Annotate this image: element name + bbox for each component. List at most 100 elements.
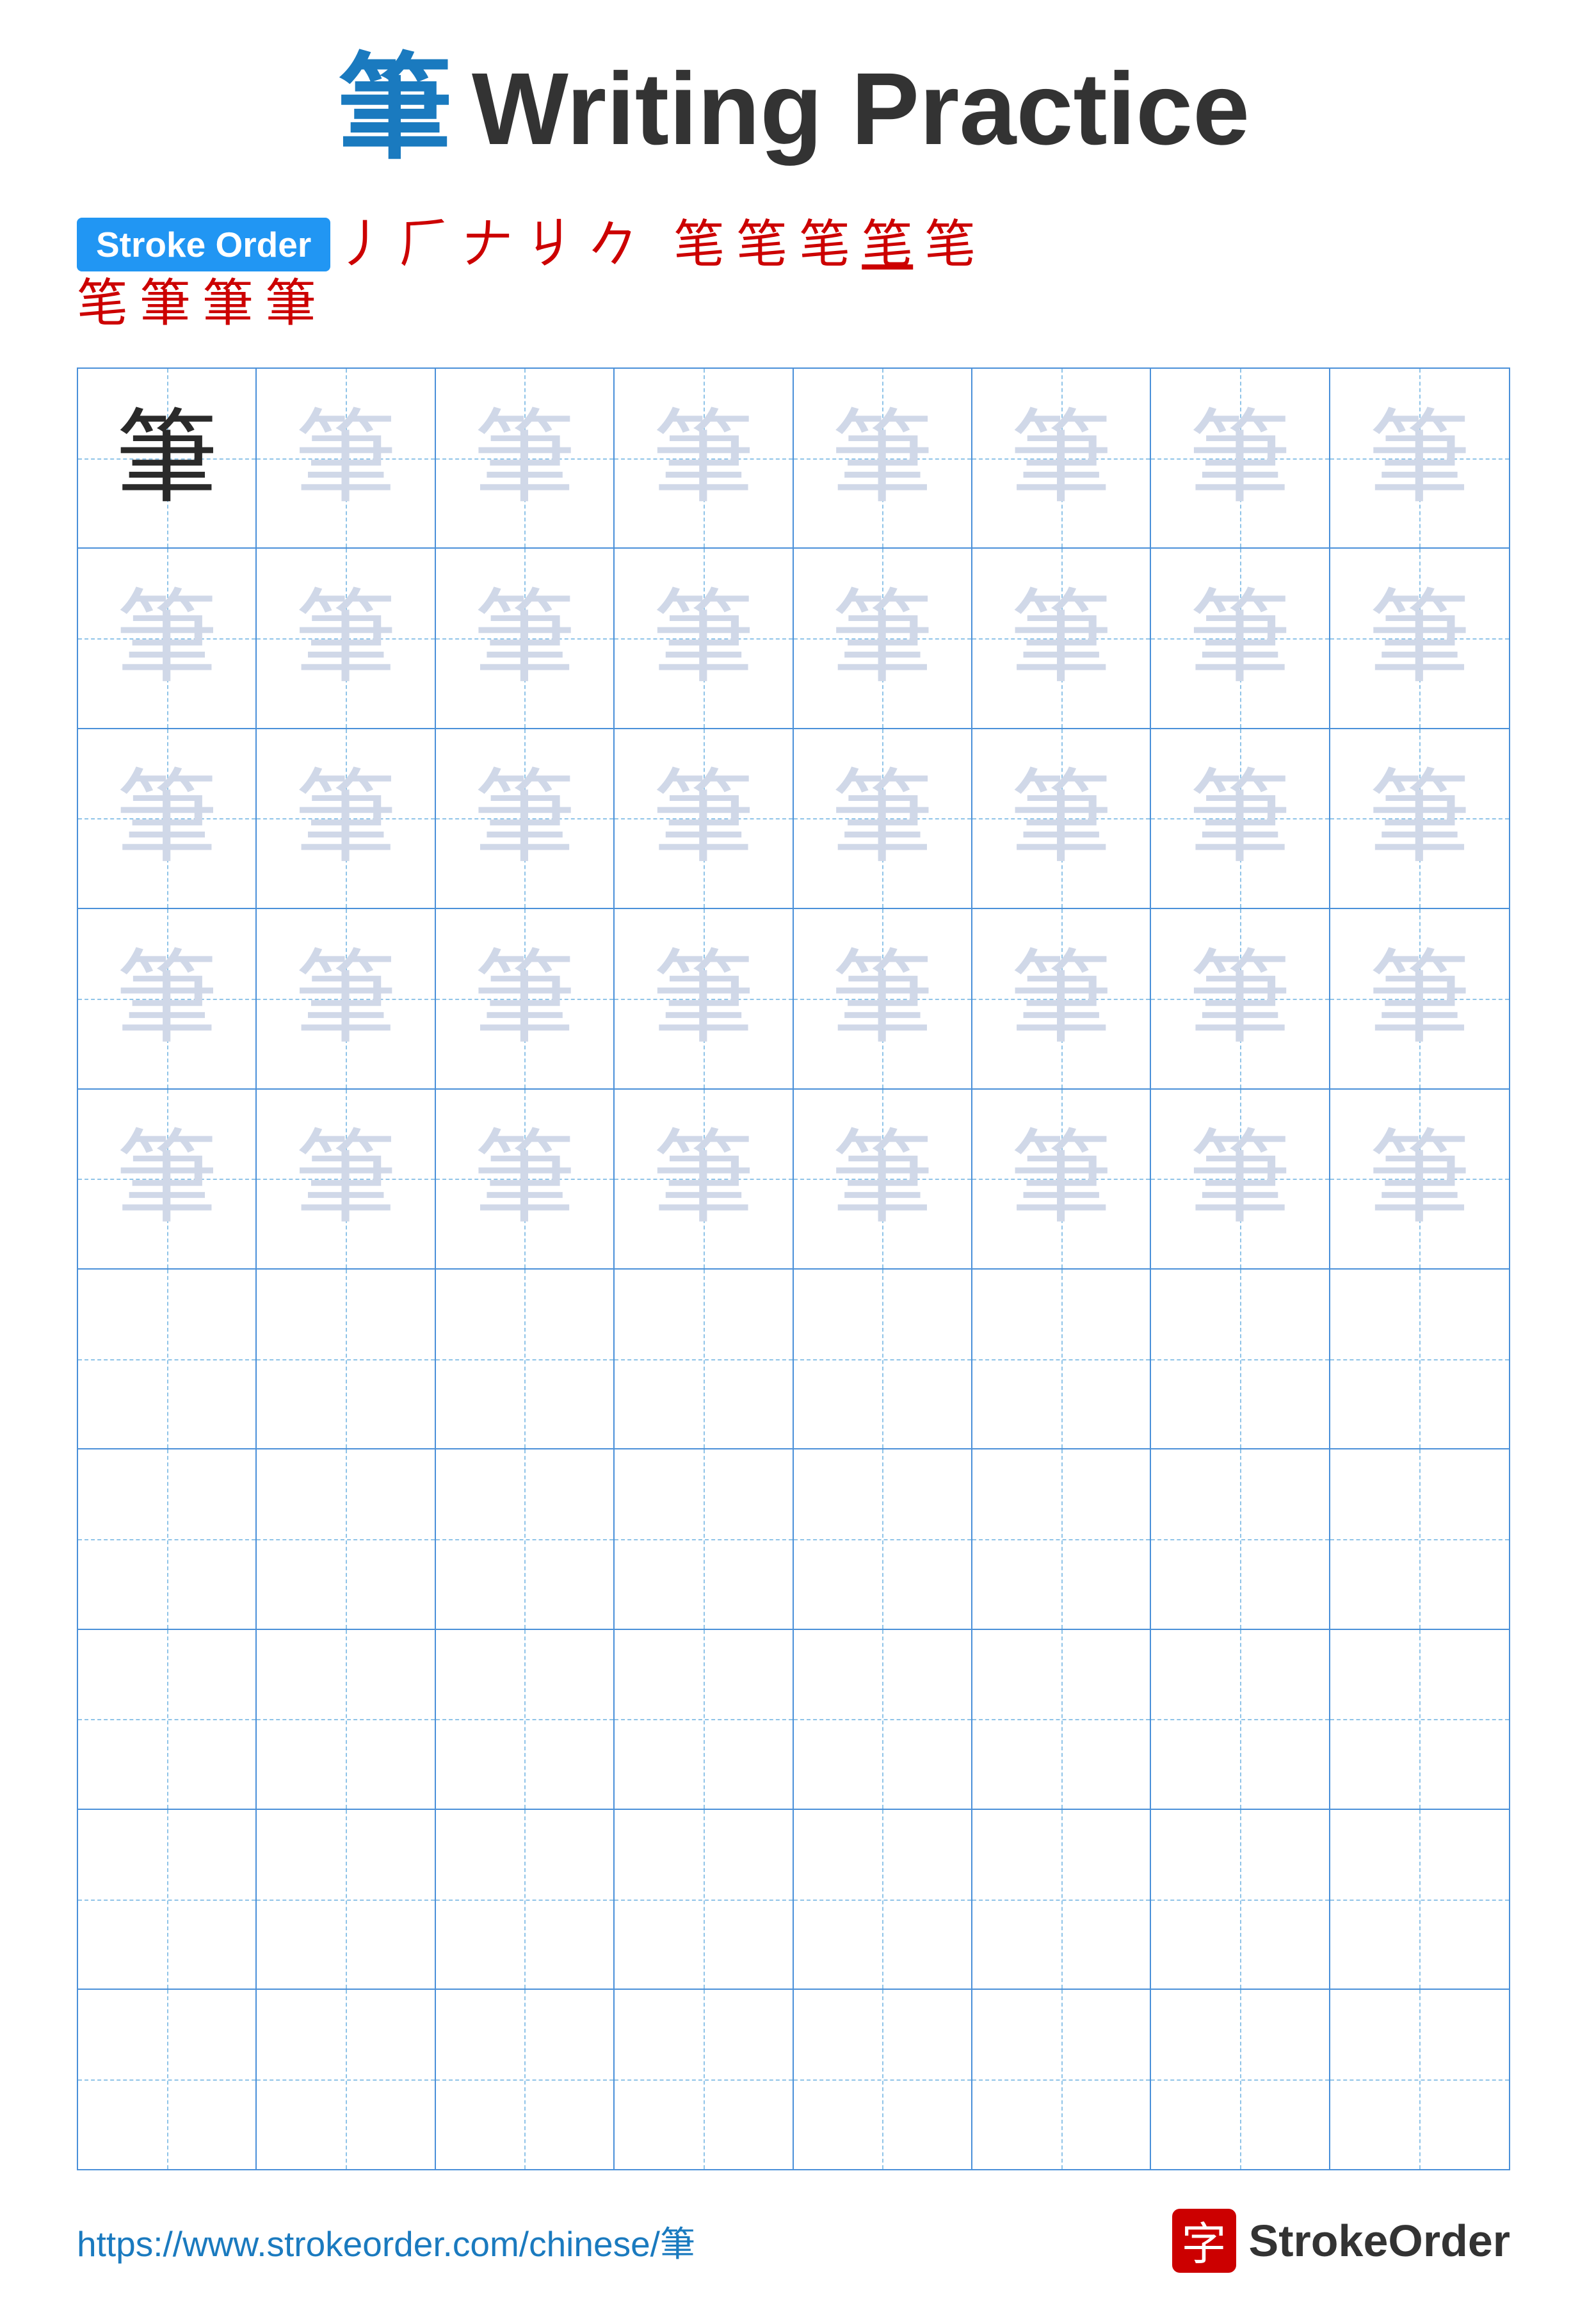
practice-char-light: 筆 [831,1127,933,1230]
practice-char-light: 筆 [294,1127,397,1230]
grid-cell-6-5 [794,1270,972,1448]
practice-char-light: 筆 [1189,1127,1291,1230]
practice-char-light: 筆 [831,587,933,690]
grid-cell-8-6 [972,1630,1151,1809]
practice-char-light: 筆 [1010,1127,1113,1230]
practice-char-light: 筆 [652,1127,755,1230]
grid-cell-2-3: 筆 [436,549,615,727]
stroke-char-11: 笔 [862,219,913,270]
grid-cell-1-7: 筆 [1151,369,1330,547]
practice-char-light: 筆 [1010,767,1113,869]
practice-char-light: 筆 [831,407,933,510]
practice-char-light: 筆 [1189,587,1291,690]
grid-cell-1-1: 筆 [78,369,257,547]
grid-cell-6-1 [78,1270,257,1448]
practice-char-light: 筆 [1189,767,1291,869]
grid-row-10 [78,1990,1509,2168]
stroke-char-1: 丿 [337,219,388,270]
grid-cell-2-5: 筆 [794,549,972,727]
grid-cell-5-6: 筆 [972,1090,1151,1268]
grid-cell-4-8: 筆 [1330,909,1509,1088]
practice-char-light: 筆 [652,767,755,869]
grid-cell-6-8 [1330,1270,1509,1448]
stroke-char-14: 筆 [140,278,191,329]
grid-cell-9-7 [1151,1810,1330,1989]
practice-char-light: 筆 [116,948,218,1050]
practice-char-light: 筆 [1368,948,1470,1050]
grid-cell-4-3: 筆 [436,909,615,1088]
stroke-char-12: 笔 [924,219,976,270]
grid-cell-9-6 [972,1810,1151,1989]
practice-char-light: 筆 [1189,948,1291,1050]
grid-row-9 [78,1810,1509,1990]
grid-cell-9-1 [78,1810,257,1989]
practice-char-light: 筆 [294,407,397,510]
footer-url: https://www.strokeorder.com/chinese/筆 [77,2215,695,2266]
stroke-char-15: 筆 [202,278,254,329]
grid-cell-8-7 [1151,1630,1330,1809]
grid-cell-5-2: 筆 [257,1090,435,1268]
grid-cell-2-6: 筆 [972,549,1151,727]
practice-char-light: 筆 [831,767,933,869]
practice-char-light: 筆 [116,587,218,690]
practice-char-dark: 筆 [116,407,218,510]
grid-cell-4-7: 筆 [1151,909,1330,1088]
grid-cell-1-8: 筆 [1330,369,1509,547]
practice-char-light: 筆 [1368,407,1470,510]
grid-cell-3-7: 筆 [1151,729,1330,908]
grid-row-5: 筆 筆 筆 筆 筆 筆 筆 筆 [78,1090,1509,1270]
grid-cell-5-1: 筆 [78,1090,257,1268]
practice-char-light: 筆 [1368,767,1470,869]
grid-cell-9-2 [257,1810,435,1989]
grid-cell-4-4: 筆 [615,909,793,1088]
grid-cell-3-4: 筆 [615,729,793,908]
practice-char-light: 筆 [831,948,933,1050]
grid-row-7 [78,1449,1509,1629]
grid-cell-3-5: 筆 [794,729,972,908]
stroke-char-13: 笔 [77,278,128,329]
grid-cell-6-4 [615,1270,793,1448]
stroke-char-3: 𠂇 [462,219,513,270]
practice-grid: 筆 筆 筆 筆 筆 筆 筆 筆 [77,367,1510,2170]
grid-cell-10-4 [615,1990,793,2168]
practice-char-light: 筆 [473,767,576,869]
stroke-chars-row1: 丿 𠂆 𠂇 𠂈 𠂊 𠂋 𠂌 笔 笔 笔 笔 笔 [337,219,976,270]
stroke-order-row1: Stroke Order 丿 𠂆 𠂇 𠂈 𠂊 𠂋 𠂌 笔 笔 笔 笔 笔 [77,218,1510,271]
grid-cell-3-2: 筆 [257,729,435,908]
grid-cell-7-3 [436,1449,615,1628]
grid-cell-9-3 [436,1810,615,1989]
grid-cell-8-3 [436,1630,615,1809]
practice-char-light: 筆 [652,587,755,690]
grid-cell-5-8: 筆 [1330,1090,1509,1268]
stroke-char-16: 筆 [265,278,316,329]
grid-cell-5-5: 筆 [794,1090,972,1268]
grid-cell-3-3: 筆 [436,729,615,908]
practice-char-light: 筆 [294,948,397,1050]
grid-row-6 [78,1270,1509,1449]
grid-cell-7-4 [615,1449,793,1628]
stroke-char-4: 𠂈 [525,219,576,270]
practice-char-light: 筆 [1010,587,1113,690]
practice-char-light: 筆 [652,948,755,1050]
grid-cell-9-5 [794,1810,972,1989]
practice-char-light: 筆 [473,587,576,690]
grid-cell-6-2 [257,1270,435,1448]
grid-cell-5-3: 筆 [436,1090,615,1268]
grid-cell-2-1: 筆 [78,549,257,727]
grid-row-3: 筆 筆 筆 筆 筆 筆 筆 筆 [78,729,1509,909]
brand-icon: 字 [1172,2209,1236,2273]
grid-cell-10-8 [1330,1990,1509,2168]
grid-cell-7-5 [794,1449,972,1628]
grid-cell-5-4: 筆 [615,1090,793,1268]
grid-cell-1-5: 筆 [794,369,972,547]
grid-cell-6-7 [1151,1270,1330,1448]
grid-cell-7-2 [257,1449,435,1628]
grid-cell-4-2: 筆 [257,909,435,1088]
grid-cell-9-8 [1330,1810,1509,1989]
grid-cell-2-7: 筆 [1151,549,1330,727]
grid-cell-1-2: 筆 [257,369,435,547]
grid-cell-3-1: 筆 [78,729,257,908]
grid-cell-10-2 [257,1990,435,2168]
practice-char-light: 筆 [1010,407,1113,510]
grid-cell-8-5 [794,1630,972,1809]
